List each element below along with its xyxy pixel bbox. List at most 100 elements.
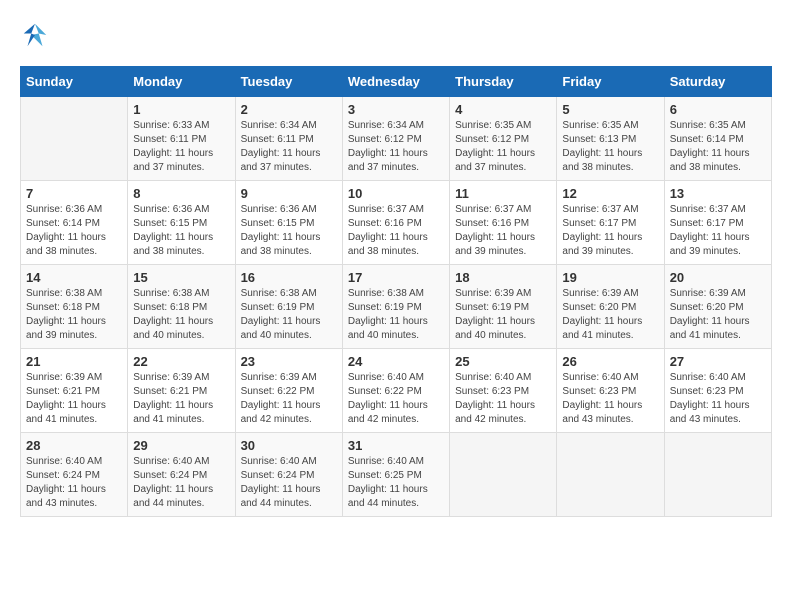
day-number: 24 [348, 354, 444, 369]
day-number: 14 [26, 270, 122, 285]
day-number: 10 [348, 186, 444, 201]
calendar-cell: 1 Sunrise: 6:33 AMSunset: 6:11 PMDaylight… [128, 97, 235, 181]
day-header-tuesday: Tuesday [235, 67, 342, 97]
calendar-cell: 9Sunrise: 6:36 AMSunset: 6:15 PMDaylight… [235, 181, 342, 265]
day-number: 18 [455, 270, 551, 285]
calendar-cell [557, 433, 664, 517]
day-info: Sunrise: 6:37 AMSunset: 6:16 PMDaylight:… [348, 203, 444, 259]
calendar-cell: 11 Sunrise: 6:37 AMSunset: 6:16 PMDayligh… [450, 181, 557, 265]
calendar-cell: 15Sunrise: 6:38 AMSunset: 6:18 PMDayligh… [128, 265, 235, 349]
calendar-week-row: 1 Sunrise: 6:33 AMSunset: 6:11 PMDaylight… [21, 97, 772, 181]
day-header-monday: Monday [128, 67, 235, 97]
day-number: 1 [133, 102, 229, 117]
day-number: 13 [670, 186, 766, 201]
calendar-cell: 23Sunrise: 6:39 AMSunset: 6:22 PMDayligh… [235, 349, 342, 433]
day-info: Sunrise: 6:40 AMSunset: 6:22 PMDaylight:… [348, 371, 444, 427]
calendar-table: SundayMondayTuesdayWednesdayThursdayFrid… [20, 66, 772, 517]
calendar-cell: 18 Sunrise: 6:39 AMSunset: 6:19 PMDayligh… [450, 265, 557, 349]
logo [20, 20, 54, 50]
day-number: 12 [562, 186, 658, 201]
day-info: Sunrise: 6:35 AMSunset: 6:12 PMDaylight:… [455, 119, 551, 175]
calendar-cell: 27 Sunrise: 6:40 AMSunset: 6:23 PMDayligh… [664, 349, 771, 433]
calendar-cell: 22 Sunrise: 6:39 AMSunset: 6:21 PMDayligh… [128, 349, 235, 433]
day-number: 4 [455, 102, 551, 117]
day-number: 7 [26, 186, 122, 201]
page-header [20, 20, 772, 50]
day-info: Sunrise: 6:34 AMSunset: 6:11 PMDaylight:… [241, 119, 337, 175]
day-number: 25 [455, 354, 551, 369]
calendar-week-row: 7 Sunrise: 6:36 AMSunset: 6:14 PMDaylight… [21, 181, 772, 265]
calendar-cell: 28 Sunrise: 6:40 AMSunset: 6:24 PMDayligh… [21, 433, 128, 517]
logo-bird-icon [20, 20, 50, 50]
calendar-cell: 5 Sunrise: 6:35 AMSunset: 6:13 PMDaylight… [557, 97, 664, 181]
day-info: Sunrise: 6:36 AMSunset: 6:15 PMDaylight:… [241, 203, 337, 259]
day-info: Sunrise: 6:40 AMSunset: 6:24 PMDaylight:… [241, 455, 337, 511]
day-header-sunday: Sunday [21, 67, 128, 97]
day-info: Sunrise: 6:40 AMSunset: 6:24 PMDaylight:… [26, 455, 122, 511]
day-info: Sunrise: 6:34 AMSunset: 6:12 PMDaylight:… [348, 119, 444, 175]
calendar-cell [450, 433, 557, 517]
calendar-header-row: SundayMondayTuesdayWednesdayThursdayFrid… [21, 67, 772, 97]
calendar-cell: 3 Sunrise: 6:34 AMSunset: 6:12 PMDaylight… [342, 97, 449, 181]
calendar-cell [21, 97, 128, 181]
calendar-cell: 6 Sunrise: 6:35 AMSunset: 6:14 PMDaylight… [664, 97, 771, 181]
calendar-cell: 30 Sunrise: 6:40 AMSunset: 6:24 PMDayligh… [235, 433, 342, 517]
day-info: Sunrise: 6:39 AMSunset: 6:21 PMDaylight:… [133, 371, 229, 427]
calendar-week-row: 28 Sunrise: 6:40 AMSunset: 6:24 PMDayligh… [21, 433, 772, 517]
day-number: 16 [241, 270, 337, 285]
day-info: Sunrise: 6:39 AMSunset: 6:22 PMDaylight:… [241, 371, 337, 427]
calendar-cell: 25 Sunrise: 6:40 AMSunset: 6:23 PMDayligh… [450, 349, 557, 433]
day-info: Sunrise: 6:39 AMSunset: 6:20 PMDaylight:… [670, 287, 766, 343]
day-number: 27 [670, 354, 766, 369]
calendar-cell: 7 Sunrise: 6:36 AMSunset: 6:14 PMDaylight… [21, 181, 128, 265]
day-info: Sunrise: 6:39 AMSunset: 6:21 PMDaylight:… [26, 371, 122, 427]
day-info: Sunrise: 6:37 AMSunset: 6:17 PMDaylight:… [562, 203, 658, 259]
calendar-cell: 12 Sunrise: 6:37 AMSunset: 6:17 PMDayligh… [557, 181, 664, 265]
calendar-cell: 31 Sunrise: 6:40 AMSunset: 6:25 PMDayligh… [342, 433, 449, 517]
day-number: 3 [348, 102, 444, 117]
calendar-cell: 26 Sunrise: 6:40 AMSunset: 6:23 PMDayligh… [557, 349, 664, 433]
day-info: Sunrise: 6:40 AMSunset: 6:25 PMDaylight:… [348, 455, 444, 511]
day-number: 29 [133, 438, 229, 453]
day-info: Sunrise: 6:38 AMSunset: 6:19 PMDaylight:… [348, 287, 444, 343]
day-number: 19 [562, 270, 658, 285]
day-info: Sunrise: 6:37 AMSunset: 6:16 PMDaylight:… [455, 203, 551, 259]
day-number: 6 [670, 102, 766, 117]
day-info: Sunrise: 6:38 AMSunset: 6:19 PMDaylight:… [241, 287, 337, 343]
day-info: Sunrise: 6:39 AMSunset: 6:20 PMDaylight:… [562, 287, 658, 343]
day-number: 22 [133, 354, 229, 369]
day-info: Sunrise: 6:39 AMSunset: 6:19 PMDaylight:… [455, 287, 551, 343]
day-info: Sunrise: 6:35 AMSunset: 6:13 PMDaylight:… [562, 119, 658, 175]
day-number: 2 [241, 102, 337, 117]
day-number: 30 [241, 438, 337, 453]
day-number: 31 [348, 438, 444, 453]
day-number: 20 [670, 270, 766, 285]
day-number: 5 [562, 102, 658, 117]
day-info: Sunrise: 6:40 AMSunset: 6:23 PMDaylight:… [670, 371, 766, 427]
day-number: 17 [348, 270, 444, 285]
calendar-cell: 4 Sunrise: 6:35 AMSunset: 6:12 PMDaylight… [450, 97, 557, 181]
day-info: Sunrise: 6:40 AMSunset: 6:23 PMDaylight:… [455, 371, 551, 427]
day-header-thursday: Thursday [450, 67, 557, 97]
day-number: 26 [562, 354, 658, 369]
calendar-cell: 29 Sunrise: 6:40 AMSunset: 6:24 PMDayligh… [128, 433, 235, 517]
day-info: Sunrise: 6:36 AMSunset: 6:14 PMDaylight:… [26, 203, 122, 259]
day-number: 28 [26, 438, 122, 453]
day-info: Sunrise: 6:40 AMSunset: 6:23 PMDaylight:… [562, 371, 658, 427]
calendar-cell: 16 Sunrise: 6:38 AMSunset: 6:19 PMDayligh… [235, 265, 342, 349]
day-info: Sunrise: 6:38 AMSunset: 6:18 PMDaylight:… [26, 287, 122, 343]
day-info: Sunrise: 6:40 AMSunset: 6:24 PMDaylight:… [133, 455, 229, 511]
calendar-week-row: 14 Sunrise: 6:38 AMSunset: 6:18 PMDayligh… [21, 265, 772, 349]
day-number: 11 [455, 186, 551, 201]
day-header-wednesday: Wednesday [342, 67, 449, 97]
calendar-cell: 20 Sunrise: 6:39 AMSunset: 6:20 PMDayligh… [664, 265, 771, 349]
day-header-friday: Friday [557, 67, 664, 97]
day-info: Sunrise: 6:37 AMSunset: 6:17 PMDaylight:… [670, 203, 766, 259]
calendar-cell: 2 Sunrise: 6:34 AMSunset: 6:11 PMDaylight… [235, 97, 342, 181]
day-number: 8 [133, 186, 229, 201]
day-info: Sunrise: 6:33 AMSunset: 6:11 PMDaylight:… [133, 119, 229, 175]
day-info: Sunrise: 6:35 AMSunset: 6:14 PMDaylight:… [670, 119, 766, 175]
calendar-cell: 21Sunrise: 6:39 AMSunset: 6:21 PMDayligh… [21, 349, 128, 433]
day-info: Sunrise: 6:38 AMSunset: 6:18 PMDaylight:… [133, 287, 229, 343]
calendar-cell: 17 Sunrise: 6:38 AMSunset: 6:19 PMDayligh… [342, 265, 449, 349]
